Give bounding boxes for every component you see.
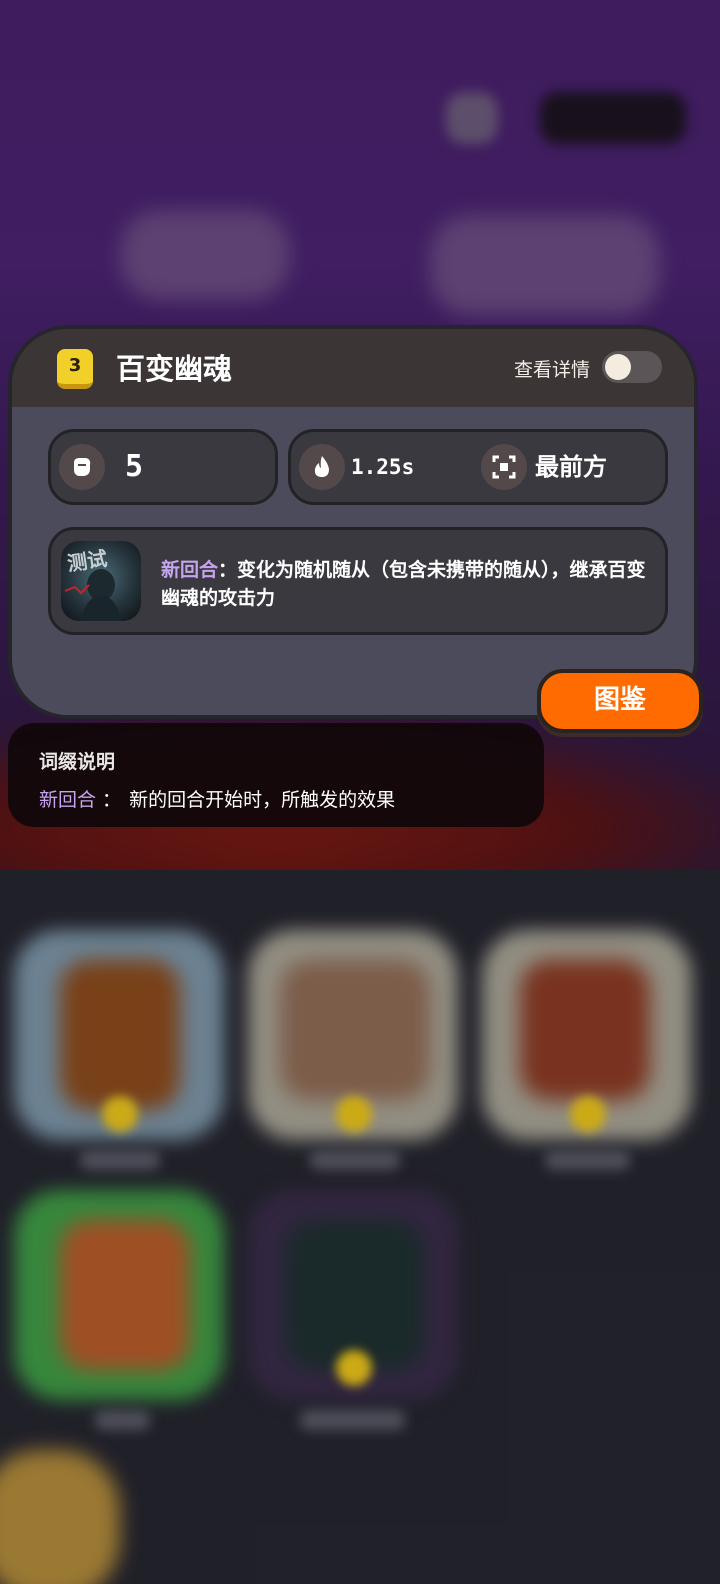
glossary-definition: 新的回合开始时，所触发的效果 [129, 789, 396, 811]
keyword-glossary: 词缀说明 新回合 ： 新的回合开始时，所触发的效果 [8, 723, 544, 827]
interval-value: 1.25s [351, 455, 415, 479]
ability-description: 测试 新回合：变化为随机随从（包含未携带的随从），继承百变幽魂的攻击力 [48, 527, 668, 635]
view-details-label: 查看详情 [514, 359, 591, 381]
attack-value: 5 [125, 449, 144, 484]
attack-stat: 5 [48, 429, 278, 505]
view-details-toggle[interactable] [602, 351, 662, 383]
glossary-entry: 新回合 ： 新的回合开始时，所触发的效果 [39, 785, 395, 812]
panel-header: 3 百变幽魂 查看详情 [12, 329, 694, 407]
level-badge: 3 [57, 349, 93, 389]
ability-keyword: 新回合 [161, 559, 219, 581]
ability-portrait: 测试 [61, 541, 141, 621]
speed-position-stat: 1.25s 最前方 [288, 429, 668, 505]
toggle-knob [605, 354, 631, 380]
glossary-separator: ： [96, 789, 122, 811]
position-value: 最前方 [535, 453, 607, 481]
unit-detail-panel: 3 百变幽魂 查看详情 5 1.25s 最前方 测试 新回合：变化为随机随从（包… [8, 325, 698, 719]
flame-icon [299, 444, 345, 490]
target-frame-icon [481, 444, 527, 490]
glossary-keyword: 新回合 [39, 789, 97, 811]
unit-name: 百变幽魂 [116, 352, 233, 386]
glossary-title: 词缀说明 [39, 751, 116, 773]
ability-separator: ： [218, 559, 238, 581]
fist-icon [59, 444, 105, 490]
codex-button[interactable]: 图鉴 [537, 669, 703, 733]
ability-text: 新回合：变化为随机随从（包含未携带的随从），继承百变幽魂的攻击力 [161, 556, 651, 612]
